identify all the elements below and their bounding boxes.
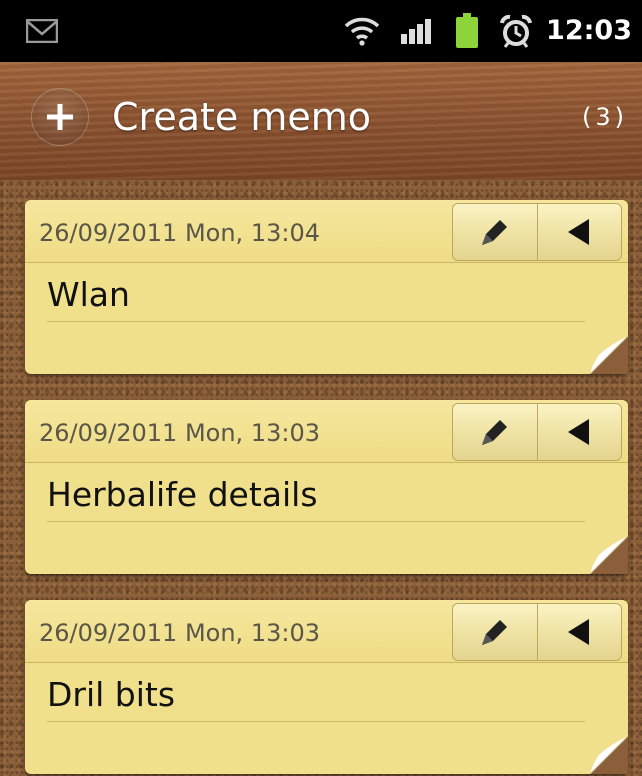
alarm-icon [498, 0, 534, 62]
edit-button[interactable] [453, 604, 537, 660]
triangle-left-icon [568, 619, 590, 645]
pencil-icon [481, 420, 507, 445]
list-item[interactable]: 26/09/2011 Mon, 13:03 Herbalife details [25, 400, 628, 574]
pencil-icon [481, 620, 507, 645]
memo-list: 26/09/2011 Mon, 13:04 Wlan 26/09/2011 Mo… [0, 180, 642, 776]
memo-actions [452, 403, 622, 461]
memo-text: Herbalife details [47, 475, 318, 514]
triangle-left-icon [568, 419, 590, 445]
divider [47, 321, 585, 322]
memo-actions [452, 603, 622, 661]
app-header: Create memo (3) [0, 62, 642, 180]
memo-date: 26/09/2011 Mon, 13:04 [39, 219, 320, 247]
divider [47, 721, 585, 722]
memo-text: Wlan [47, 275, 130, 314]
memo-header: 26/09/2011 Mon, 13:03 [25, 400, 628, 463]
status-bar: 12:03 [0, 0, 642, 62]
create-memo-button[interactable] [31, 88, 89, 146]
battery-icon [452, 0, 482, 62]
page-curl-icon [590, 736, 628, 774]
memo-header: 26/09/2011 Mon, 13:04 [25, 200, 628, 263]
signal-icon [398, 0, 434, 62]
triangle-left-icon [568, 219, 590, 245]
page-title[interactable]: Create memo [112, 92, 371, 142]
page-curl-icon [590, 536, 628, 574]
send-button[interactable] [536, 604, 622, 660]
status-time: 12:03 [546, 15, 632, 46]
edit-button[interactable] [453, 404, 537, 460]
send-button[interactable] [536, 204, 622, 260]
page-curl-icon [590, 336, 628, 374]
send-button[interactable] [536, 404, 622, 460]
pencil-icon [481, 220, 507, 245]
memo-date: 26/09/2011 Mon, 13:03 [39, 619, 320, 647]
memo-header: 26/09/2011 Mon, 13:03 [25, 600, 628, 663]
divider [47, 521, 585, 522]
plus-icon [47, 104, 73, 130]
wifi-icon [342, 0, 382, 62]
memo-actions [452, 203, 622, 261]
memo-text: Dril bits [47, 675, 176, 714]
memo-date: 26/09/2011 Mon, 13:03 [39, 419, 320, 447]
list-item[interactable]: 26/09/2011 Mon, 13:04 Wlan [25, 200, 628, 374]
gmail-icon [24, 0, 60, 62]
edit-button[interactable] [453, 204, 537, 260]
list-item[interactable]: 26/09/2011 Mon, 13:03 Dril bits [25, 600, 628, 774]
memo-count: (3) [582, 103, 628, 131]
